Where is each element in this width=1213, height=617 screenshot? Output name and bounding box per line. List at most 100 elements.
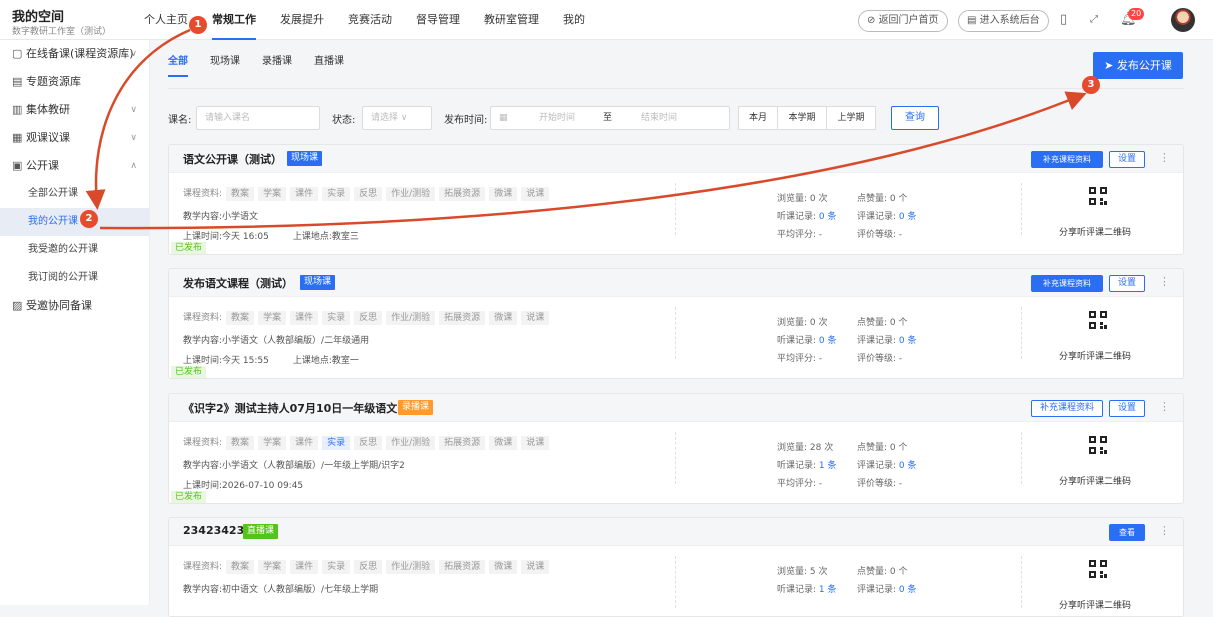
resource-tag[interactable]: 课件 <box>290 436 319 450</box>
course-title[interactable]: 《识字2》测试主持人07月10日一年级语文 <box>183 400 397 416</box>
resource-tag[interactable]: 作业/测验 <box>386 436 436 450</box>
resource-tag[interactable]: 拓展资源 <box>439 560 486 574</box>
qr-code-icon[interactable] <box>1089 187 1107 205</box>
grade-stat: 评价等级: - <box>857 354 903 364</box>
resource-row: 课程资料: 教案 学案 课件 实录 反思 作业/测验 拓展资源 微课 说课 <box>183 311 550 325</box>
resource-tag[interactable]: 说课 <box>521 560 550 574</box>
resource-tag[interactable]: 作业/测验 <box>386 187 436 201</box>
resource-tag[interactable]: 作业/测验 <box>386 311 436 325</box>
resource-tag[interactable]: 拓展资源 <box>439 311 486 325</box>
nav-development[interactable]: 发展提升 <box>268 0 336 40</box>
resource-tag[interactable]: 作业/测验 <box>386 560 436 574</box>
qr-code-icon[interactable] <box>1089 436 1107 454</box>
resource-tag[interactable]: 微课 <box>489 311 518 325</box>
resource-tag[interactable]: 微课 <box>489 187 518 201</box>
portal-label: 返回门户首页 <box>878 15 939 26</box>
sidebar-item-collab[interactable]: ▨ 受邀协同备课 <box>0 292 149 320</box>
resource-tag[interactable]: 教案 <box>226 560 255 574</box>
sidebar-sub-subscribed[interactable]: 我订阅的公开课 <box>0 264 149 292</box>
tab-livestream[interactable]: 直播课 <box>314 52 344 77</box>
resource-tag[interactable]: 说课 <box>521 311 550 325</box>
nav-competition[interactable]: 竞赛活动 <box>336 0 404 40</box>
resource-tag[interactable]: 说课 <box>521 436 550 450</box>
resource-tag[interactable]: 拓展资源 <box>439 436 486 450</box>
resource-tag[interactable]: 课件 <box>290 311 319 325</box>
tab-live-site[interactable]: 现场课 <box>210 52 240 77</box>
supplement-button[interactable]: 补充课程资料 <box>1031 400 1103 417</box>
resource-tag[interactable]: 课件 <box>290 560 319 574</box>
brand-title: 我的空间 <box>12 10 65 25</box>
settings-button[interactable]: 设置 <box>1109 400 1145 417</box>
nav-routine-work[interactable]: 常规工作 <box>200 0 268 40</box>
sidebar-item-label: 公开课 <box>26 159 59 172</box>
settings-button[interactable]: 设置 <box>1109 275 1145 292</box>
resource-tag[interactable]: 微课 <box>489 560 518 574</box>
settings-button[interactable]: 设置 <box>1109 151 1145 168</box>
resource-tag[interactable]: 学案 <box>258 436 287 450</box>
avatar[interactable] <box>1171 8 1195 32</box>
sidebar-sub-all[interactable]: 全部公开课 <box>0 180 149 208</box>
resource-tag[interactable]: 教案 <box>226 436 255 450</box>
resource-tag[interactable]: 拓展资源 <box>439 187 486 201</box>
resource-tag[interactable]: 反思 <box>354 187 383 201</box>
content-label: 教学内容: <box>183 461 223 471</box>
sidebar-item-open-class[interactable]: ▣ 公开课 ∧ <box>0 152 149 180</box>
brand-subtitle: 数字教研工作室（测试） <box>12 27 112 37</box>
resource-tag[interactable]: 教案 <box>226 187 255 201</box>
resource-tag[interactable]: 课件 <box>290 187 319 201</box>
supplement-button[interactable]: 补充课程资料 <box>1031 275 1103 292</box>
resource-tag[interactable]: 实录 <box>322 436 351 450</box>
more-icon[interactable]: ⋮ <box>1159 275 1170 288</box>
nav-research-office[interactable]: 教研室管理 <box>472 0 551 40</box>
publish-button[interactable]: ➤ 发布公开课 <box>1093 52 1183 79</box>
more-icon[interactable]: ⋮ <box>1159 400 1170 413</box>
supplement-button[interactable]: 补充课程资料 <box>1031 151 1103 168</box>
sidebar-item-resources[interactable]: ▤ 专题资源库 <box>0 68 149 96</box>
status-select[interactable]: 请选择 ∨ <box>362 106 432 130</box>
resource-tag[interactable]: 微课 <box>489 436 518 450</box>
resource-tag[interactable]: 反思 <box>354 311 383 325</box>
resource-tag[interactable]: 教案 <box>226 311 255 325</box>
comments-stat: 评课记录: 0 条 <box>857 461 917 471</box>
more-icon[interactable]: ⋮ <box>1159 524 1170 537</box>
portal-button[interactable]: ⊘ 返回门户首页 <box>858 10 948 32</box>
nav-supervision[interactable]: 督导管理 <box>404 0 472 40</box>
start-date-placeholder: 开始时间 <box>539 113 576 123</box>
last-term-button[interactable]: 上学期 <box>826 106 876 130</box>
resource-tag[interactable]: 学案 <box>258 560 287 574</box>
sidebar-sub-invited[interactable]: 我受邀的公开课 <box>0 236 149 264</box>
nav-mine[interactable]: 我的 <box>551 0 597 40</box>
view-button[interactable]: 查看 <box>1109 524 1145 541</box>
resource-tag[interactable]: 学案 <box>258 311 287 325</box>
course-title[interactable]: 语文公开课（测试） <box>183 151 282 167</box>
fullscreen-icon[interactable]: ⤢ <box>1090 12 1098 28</box>
tab-all[interactable]: 全部 <box>168 52 188 77</box>
resource-tag[interactable]: 实录 <box>322 311 351 325</box>
query-button[interactable]: 查询 <box>891 106 939 130</box>
sidebar-item-observation[interactable]: ▦ 观课议课 ∨ <box>0 124 149 152</box>
this-term-button[interactable]: 本学期 <box>777 106 827 130</box>
more-icon[interactable]: ⋮ <box>1159 151 1170 164</box>
sidebar-sub-mine[interactable]: 我的公开课 <box>0 208 149 236</box>
course-title[interactable]: 234234234 <box>183 524 252 537</box>
resource-tag[interactable]: 说课 <box>521 187 550 201</box>
course-title[interactable]: 发布语文课程（测试） <box>183 275 293 291</box>
resource-tag[interactable]: 反思 <box>354 436 383 450</box>
sidebar-item-lesson-prep[interactable]: ▢ 在线备课(课程资源库) ∨ <box>0 40 149 68</box>
sidebar-item-group-research[interactable]: ▥ 集体教研 ∨ <box>0 96 149 124</box>
resource-tag[interactable]: 实录 <box>322 560 351 574</box>
backend-button[interactable]: ▤ 进入系统后台 <box>958 10 1049 32</box>
date-range-input[interactable]: ▦ 开始时间 至 结束时间 <box>490 106 730 130</box>
qr-code-icon[interactable] <box>1089 560 1107 578</box>
tab-recorded[interactable]: 录播课 <box>262 52 292 77</box>
likes-stat: 点赞量: 0 个 <box>857 443 908 453</box>
course-name-input[interactable]: 请输入课名 <box>196 106 320 130</box>
resource-tag[interactable]: 实录 <box>322 187 351 201</box>
resource-tag[interactable]: 反思 <box>354 560 383 574</box>
content-line: 教学内容:小学语文（人教部编版）/一年级上学期/识字2 <box>183 458 405 471</box>
resource-tag[interactable]: 学案 <box>258 187 287 201</box>
book-icon: ▥ <box>12 103 23 116</box>
qr-code-icon[interactable] <box>1089 311 1107 329</box>
mobile-icon[interactable]: ▯ <box>1060 12 1067 28</box>
this-month-button[interactable]: 本月 <box>738 106 778 130</box>
